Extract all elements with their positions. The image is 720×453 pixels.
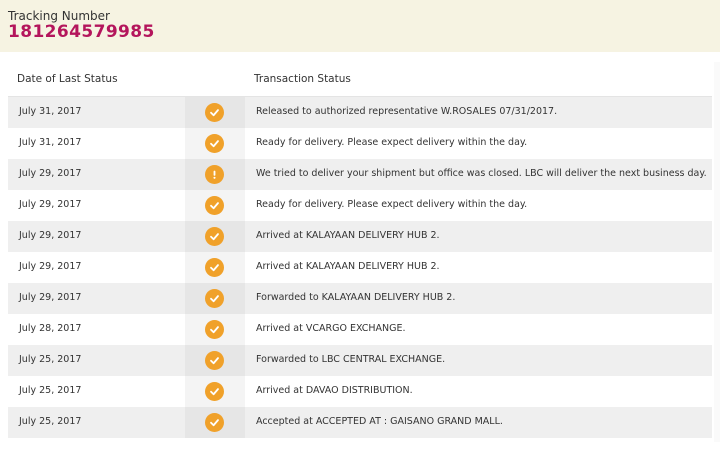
transaction-status-text: Ready for delivery. Please expect delive… [256,137,528,148]
table-header: Date of Last Status Transaction Status [8,62,712,97]
status-date: July 31, 2017 [19,106,82,117]
check-circle-icon [205,103,224,122]
table-row: July 31, 2017 Ready for delivery. Please … [8,128,712,159]
status-date: July 25, 2017 [19,416,82,427]
check-circle-icon [205,258,224,277]
status-date: July 29, 2017 [19,292,82,303]
transaction-status-text: We tried to deliver your shipment but of… [256,168,707,179]
status-date: July 25, 2017 [19,385,82,396]
transaction-status-text: Arrived at KALAYAAN DELIVERY HUB 2. [256,230,440,241]
transaction-status-text: Accepted at ACCEPTED AT : GAISANO GRAND … [256,416,503,427]
table-row: July 25, 2017 Accepted at ACCEPTED AT : G… [8,407,712,438]
column-header-status: Transaction Status [254,73,351,85]
transaction-status-text: Arrived at KALAYAAN DELIVERY HUB 2. [256,261,440,272]
transaction-status-text: Ready for delivery. Please expect delive… [256,199,528,210]
spacer [0,52,720,62]
transaction-status-text: Released to authorized representative W.… [256,106,558,117]
status-date: July 28, 2017 [19,323,82,334]
status-date: July 31, 2017 [19,137,82,148]
transaction-status-text: Forwarded to LBC CENTRAL EXCHANGE. [256,354,446,365]
transaction-status-text: Arrived at DAVAO DISTRIBUTION. [256,385,413,396]
check-circle-icon [205,320,224,339]
tracking-number-label: Tracking Number [8,9,110,23]
table-body: July 31, 2017 Released to authorized repr… [8,97,712,438]
status-date: July 29, 2017 [19,230,82,241]
status-date: July 29, 2017 [19,199,82,210]
check-circle-icon [205,196,224,215]
check-circle-icon [205,382,224,401]
scrollbar-track[interactable] [714,62,720,442]
tracking-number-value: 181264579985 [8,22,155,42]
check-circle-icon [205,413,224,432]
table-row: July 28, 2017 Arrived at VCARGO EXCHANGE. [8,314,712,345]
check-circle-icon [205,351,224,370]
status-date: July 25, 2017 [19,354,82,365]
table-row: July 29, 2017 Arrived at KALAYAAN DELIVER… [8,252,712,283]
transaction-status-text: Arrived at VCARGO EXCHANGE. [256,323,406,334]
table-row: July 29, 2017 We tried to deliver your sh… [8,159,712,190]
column-header-date: Date of Last Status [17,73,118,85]
table-row: July 31, 2017 Released to authorized repr… [8,97,712,128]
status-date: July 29, 2017 [19,261,82,272]
check-circle-icon [205,289,224,308]
status-history-table: Date of Last Status Transaction Status J… [8,62,712,438]
exclamation-circle-icon [205,165,224,184]
table-row: July 29, 2017 Arrived at KALAYAAN DELIVER… [8,221,712,252]
tracking-header: Tracking Number 181264579985 [0,0,720,52]
table-row: July 25, 2017 Arrived at DAVAO DISTRIBUTI… [8,376,712,407]
transaction-status-text: Forwarded to KALAYAAN DELIVERY HUB 2. [256,292,456,303]
table-row: July 29, 2017 Ready for delivery. Please … [8,190,712,221]
table-row: July 29, 2017 Forwarded to KALAYAAN DELIV… [8,283,712,314]
status-date: July 29, 2017 [19,168,82,179]
check-circle-icon [205,227,224,246]
check-circle-icon [205,134,224,153]
table-row: July 25, 2017 Forwarded to LBC CENTRAL EX… [8,345,712,376]
